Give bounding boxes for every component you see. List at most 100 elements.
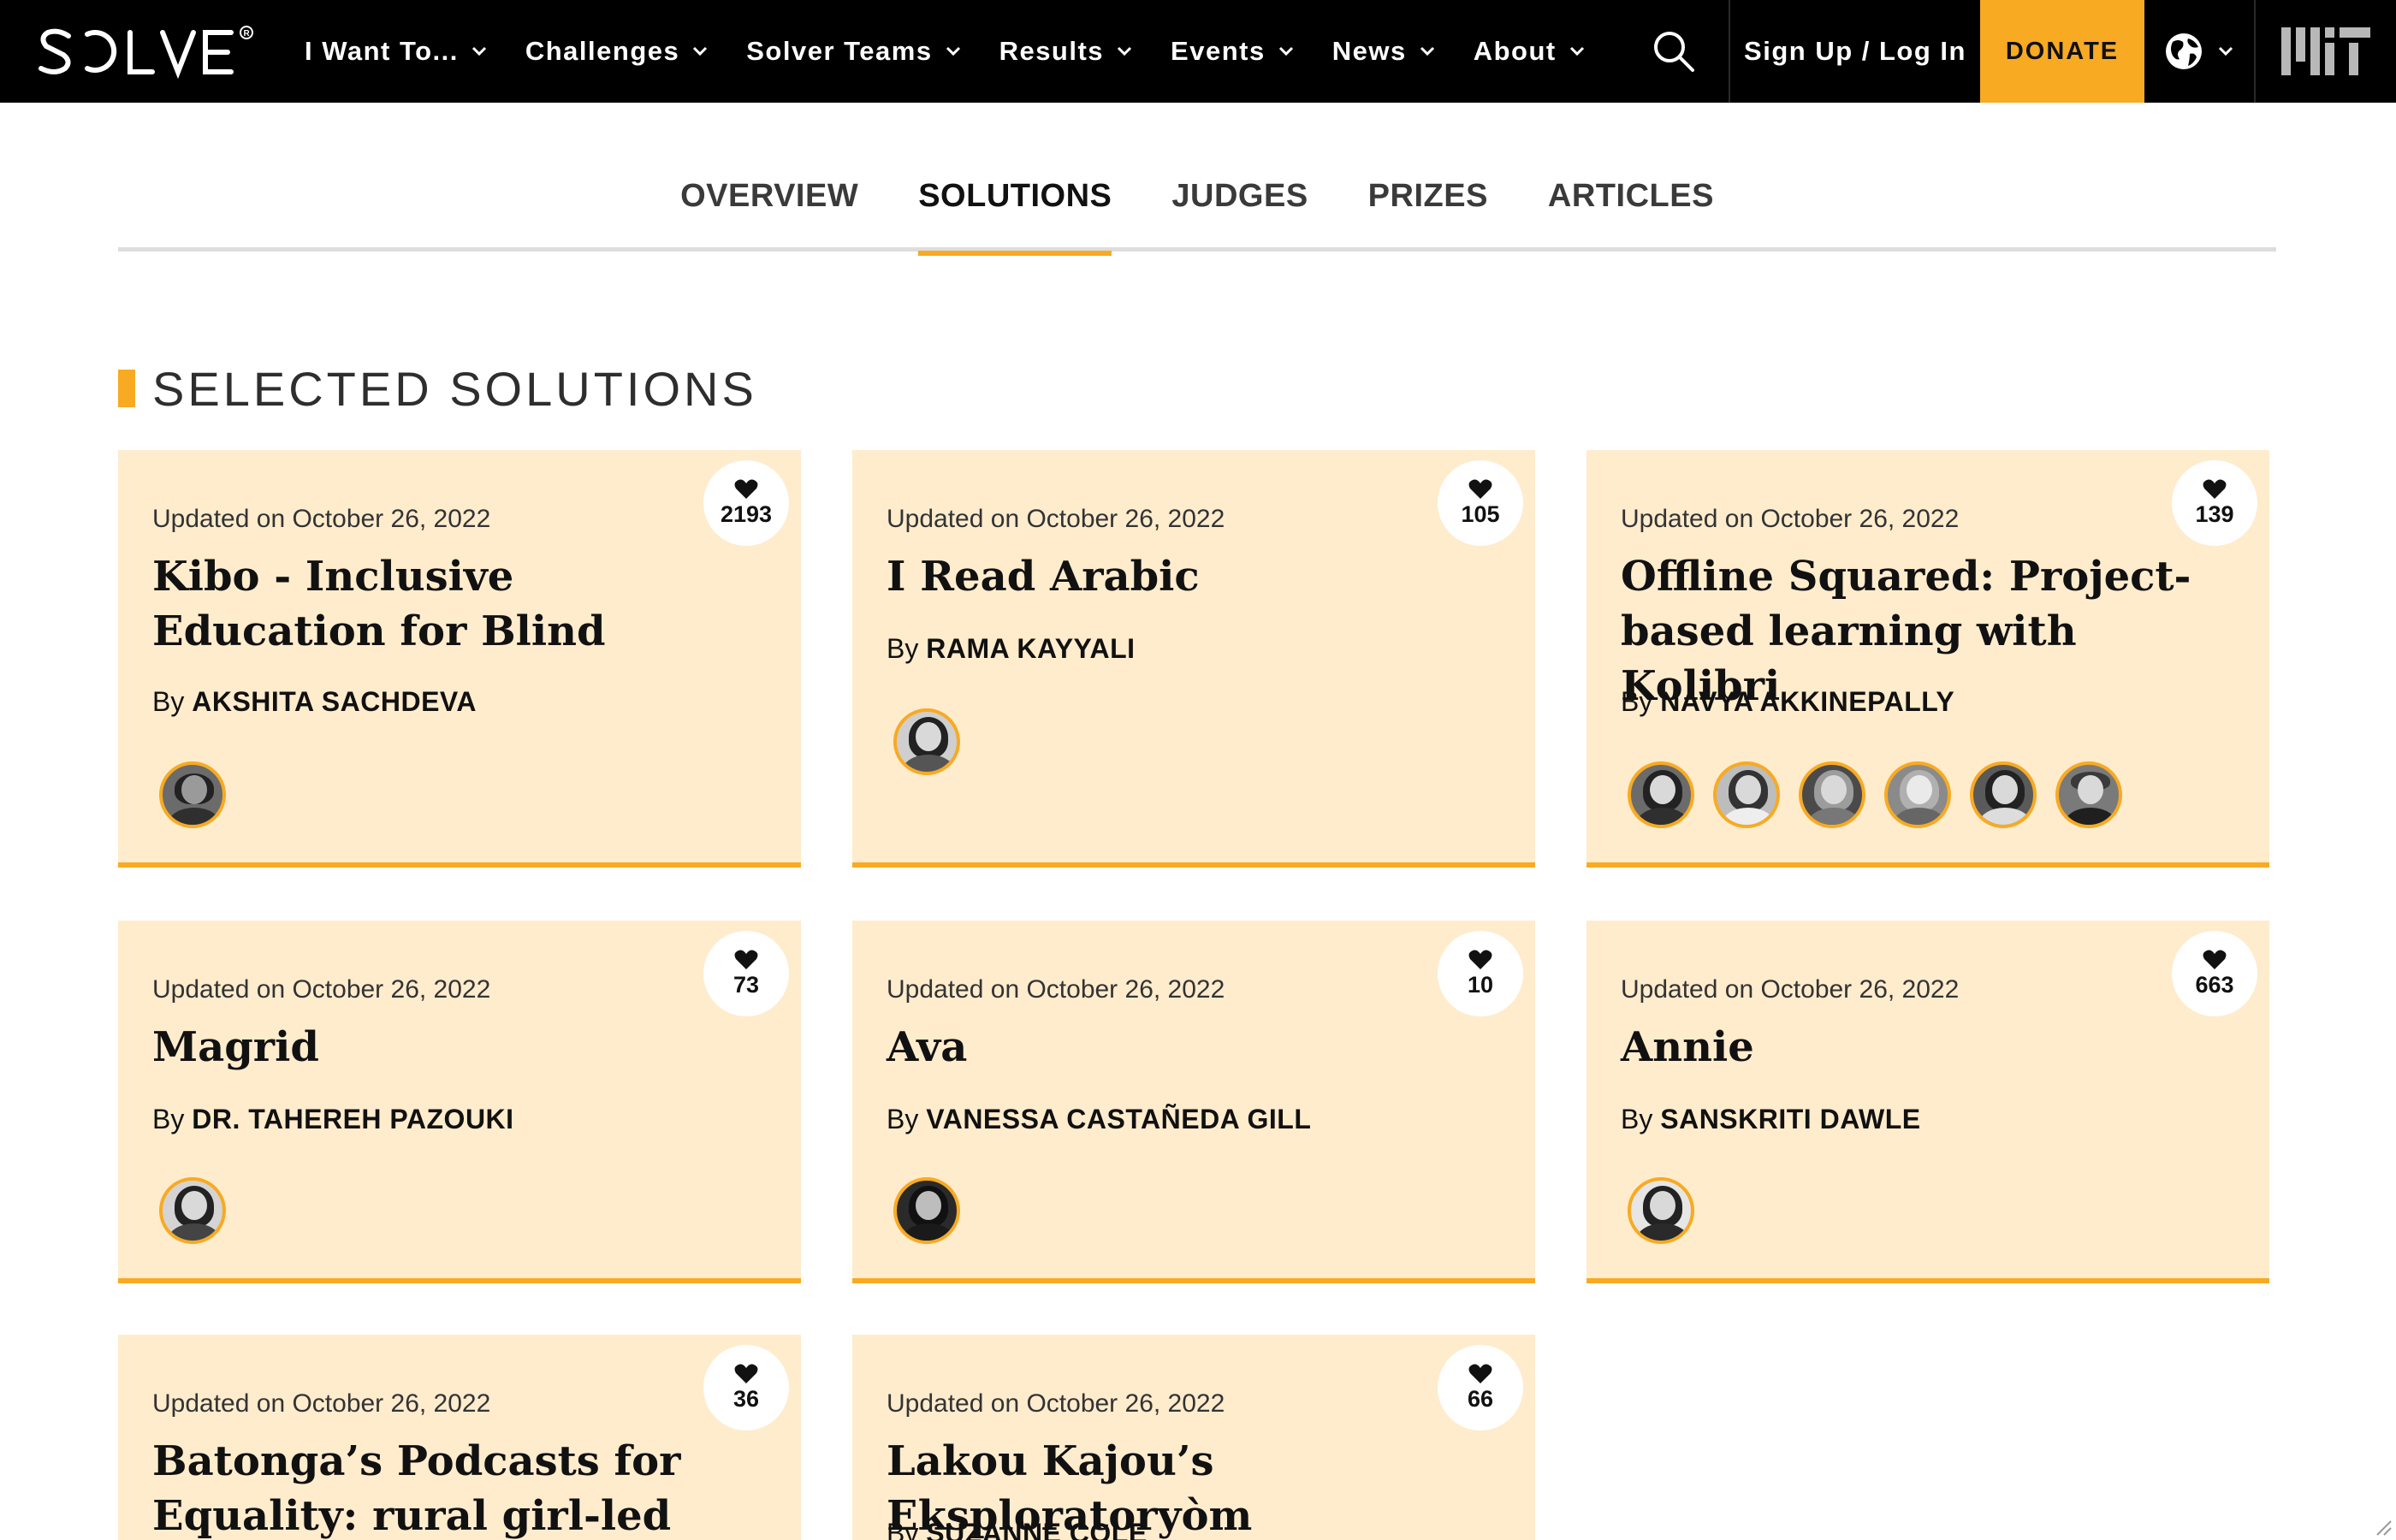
nav-i-want-to[interactable]: I Want To...: [305, 36, 488, 67]
section-heading: SELECTED SOLUTIONS: [118, 361, 757, 416]
nav-label: Results: [999, 36, 1105, 66]
team-avatars: [159, 1177, 245, 1244]
likes-badge[interactable]: 139: [2172, 460, 2257, 546]
tab-solutions[interactable]: SOLUTIONS: [918, 159, 1112, 256]
tab-prizes[interactable]: PRIZES: [1368, 159, 1488, 252]
avatar[interactable]: [893, 708, 960, 775]
avatar[interactable]: [1628, 1177, 1694, 1244]
solution-card[interactable]: 105 Updated on October 26, 2022 I Read A…: [852, 450, 1535, 868]
solution-card[interactable]: 36 Updated on October 26, 2022 Batonga’s…: [118, 1335, 801, 1540]
chevron-down-icon: [471, 46, 486, 56]
card-title[interactable]: Annie: [1621, 1020, 2211, 1075]
challenge-tabs: OVERVIEW SOLUTIONS JUDGES PRIZES ARTICLE…: [118, 159, 2276, 256]
resize-grip-icon[interactable]: [2372, 1516, 2393, 1537]
avatar[interactable]: [159, 761, 226, 828]
nav-label: News: [1331, 36, 1407, 66]
heart-icon: [734, 479, 758, 499]
tab-articles[interactable]: ARTICLES: [1548, 159, 1714, 252]
solve-logo[interactable]: R: [34, 24, 257, 79]
avatar[interactable]: [159, 1177, 226, 1244]
card-title[interactable]: Ava: [887, 1020, 1477, 1075]
author-name[interactable]: VANESSA CASTAÑEDA GILL: [926, 1104, 1311, 1134]
search-icon[interactable]: [1652, 29, 1696, 74]
by-label: By: [1621, 686, 1653, 717]
tab-judges[interactable]: JUDGES: [1171, 159, 1308, 252]
card-byline: By NAVYA AKKINEPALLY: [1621, 686, 1954, 718]
avatar[interactable]: [2055, 761, 2122, 828]
card-date: Updated on October 26, 2022: [1621, 975, 1960, 1004]
card-title[interactable]: Magrid: [152, 1020, 743, 1075]
nav-label: Challenges: [525, 36, 680, 66]
nav-news[interactable]: News: [1332, 36, 1436, 67]
author-name[interactable]: NAVYA AKKINEPALLY: [1660, 686, 1954, 717]
card-title[interactable]: Batonga’s Podcasts for Equality: rural g…: [152, 1434, 743, 1540]
by-label: By: [887, 1104, 919, 1134]
top-navigation: R I Want To... Challenges Solver Teams R…: [0, 0, 2396, 103]
chevron-down-icon: [2218, 46, 2233, 56]
avatar[interactable]: [893, 1177, 960, 1244]
solution-card[interactable]: 10 Updated on October 26, 2022 Ava By VA…: [852, 921, 1535, 1283]
chevron-down-icon: [1420, 46, 1434, 56]
likes-badge[interactable]: 66: [1438, 1345, 1523, 1430]
solution-card[interactable]: 663 Updated on October 26, 2022 Annie By…: [1586, 921, 2269, 1283]
globe-icon: [2166, 33, 2202, 69]
avatar[interactable]: [1628, 761, 1694, 828]
avatar[interactable]: [1713, 761, 1780, 828]
donate-button[interactable]: DONATE: [1980, 0, 2144, 103]
card-byline: By AKSHITA SACHDEVA: [152, 686, 477, 718]
nav-label: Events: [1171, 36, 1266, 66]
card-date: Updated on October 26, 2022: [887, 1389, 1225, 1418]
chevron-down-icon: [1117, 46, 1132, 56]
nav-label: I Want To...: [305, 36, 459, 66]
team-avatars: [893, 708, 979, 775]
author-name[interactable]: AKSHITA SACHDEVA: [192, 686, 477, 717]
card-date: Updated on October 26, 2022: [887, 505, 1225, 533]
language-selector[interactable]: [2144, 0, 2254, 103]
likes-badge[interactable]: 73: [703, 931, 789, 1016]
team-avatars: [159, 761, 245, 828]
card-byline: By VANESSA CASTAÑEDA GILL: [887, 1104, 1311, 1135]
nav-results[interactable]: Results: [999, 36, 1133, 67]
heart-icon: [1468, 950, 1492, 969]
author-name[interactable]: RAMA KAYYALI: [926, 633, 1135, 664]
chevron-down-icon: [1569, 46, 1584, 56]
nav-solver-teams[interactable]: Solver Teams: [746, 36, 961, 67]
likes-badge[interactable]: 2193: [703, 460, 789, 546]
tab-overview[interactable]: OVERVIEW: [680, 159, 858, 252]
card-title[interactable]: Kibo - Inclusive Education for Blind: [152, 549, 743, 659]
by-label: By: [152, 1104, 185, 1134]
solution-card[interactable]: 66 Updated on October 26, 2022 Lakou Kaj…: [852, 1335, 1535, 1540]
likes-badge[interactable]: 10: [1438, 931, 1523, 1016]
team-avatars: [1628, 761, 2141, 828]
section-accent-bar: [118, 370, 135, 407]
heart-icon: [2203, 950, 2227, 969]
nav-events[interactable]: Events: [1171, 36, 1295, 67]
card-date: Updated on October 26, 2022: [887, 975, 1225, 1004]
solution-card[interactable]: 2193 Updated on October 26, 2022 Kibo - …: [118, 450, 801, 868]
solution-card[interactable]: 139 Updated on October 26, 2022 Offline …: [1586, 450, 2269, 868]
card-date: Updated on October 26, 2022: [152, 1389, 491, 1418]
avatar[interactable]: [1799, 761, 1865, 828]
by-label: By: [1621, 1104, 1653, 1134]
login-link[interactable]: Sign Up / Log In: [1730, 0, 1980, 103]
author-name[interactable]: SANSKRITI DAWLE: [1660, 1104, 1920, 1134]
author-name[interactable]: DR. TAHEREH PAZOUKI: [192, 1104, 513, 1134]
likes-badge[interactable]: 105: [1438, 460, 1523, 546]
chevron-down-icon: [693, 46, 708, 56]
nav-challenges[interactable]: Challenges: [525, 36, 709, 67]
card-date: Updated on October 26, 2022: [152, 975, 491, 1004]
likes-count: 663: [2195, 971, 2234, 998]
likes-badge[interactable]: 36: [703, 1345, 789, 1430]
solution-card[interactable]: 73 Updated on October 26, 2022 Magrid By…: [118, 921, 801, 1283]
avatar[interactable]: [1970, 761, 2037, 828]
section-title: SELECTED SOLUTIONS: [152, 361, 757, 416]
card-byline: By SANSKRITI DAWLE: [1621, 1104, 1921, 1135]
likes-badge[interactable]: 663: [2172, 931, 2257, 1016]
mit-logo[interactable]: [2256, 0, 2396, 103]
main-menu: I Want To... Challenges Solver Teams Res…: [305, 0, 1623, 103]
author-name[interactable]: SUZANNE COLE: [926, 1518, 1147, 1540]
nav-about[interactable]: About: [1474, 36, 1586, 67]
avatar[interactable]: [1884, 761, 1951, 828]
team-avatars: [1628, 1177, 1713, 1244]
card-title[interactable]: I Read Arabic: [887, 549, 1477, 604]
